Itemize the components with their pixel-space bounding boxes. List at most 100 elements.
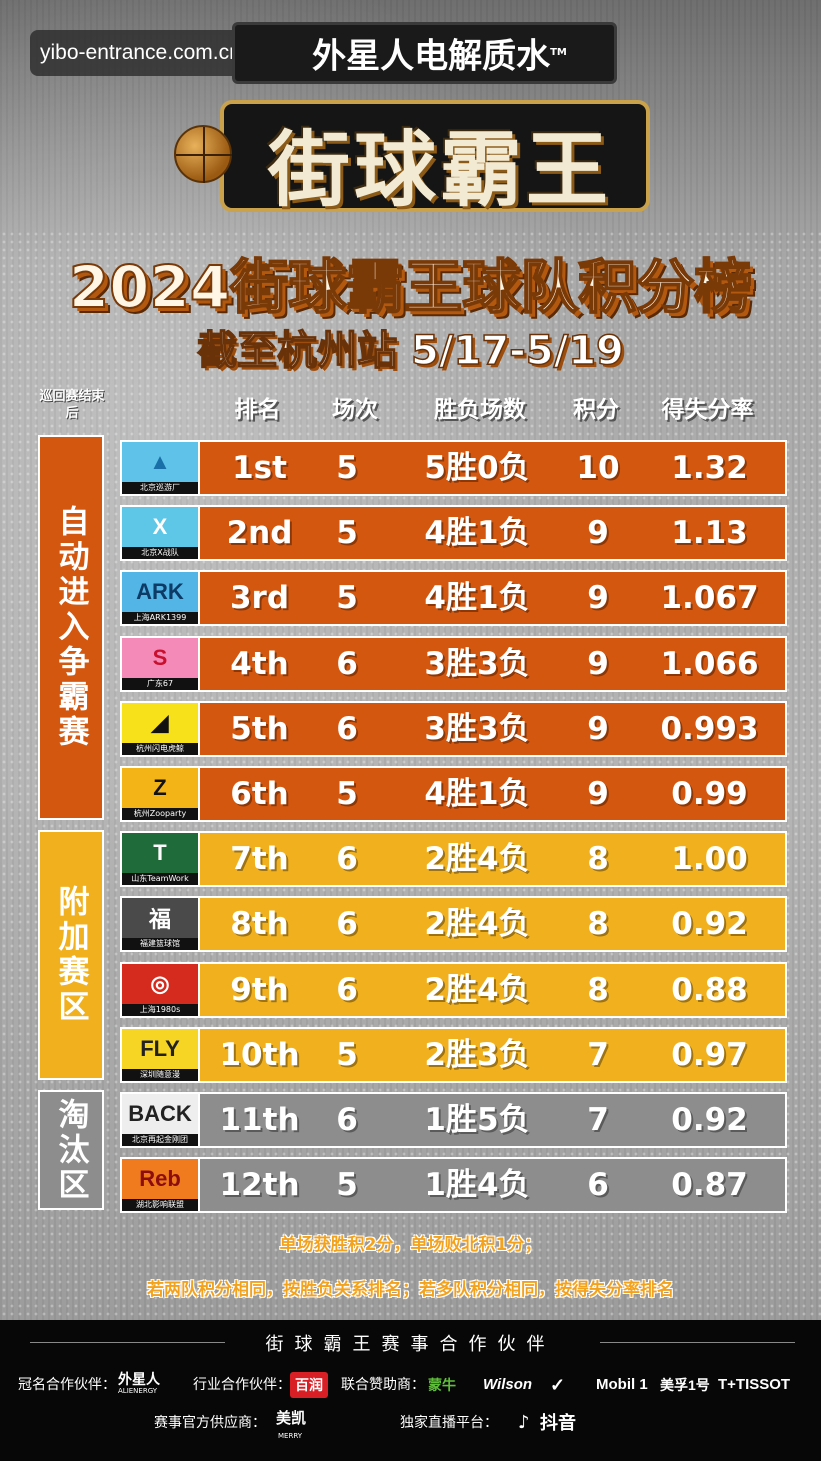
points-cell: 10 — [576, 450, 620, 486]
points-cell: 7 — [587, 1037, 609, 1073]
column-header-rank: 排名 — [234, 397, 281, 423]
ratio-cell: 0.993 — [660, 711, 759, 747]
rule-tiebreak: 若两队积分相同，按胜负关系排名；若多队积分相同，按得失分率排名 — [147, 1280, 674, 1300]
team-logo-icon: ARK — [122, 572, 198, 612]
table-row: FLY 深圳随意漫 10th 5 2胜3负 7 0.97 — [120, 1027, 787, 1083]
table-row: Z 杭州Zooparty 6th 5 4胜1负 9 0.99 — [120, 766, 787, 822]
ratio-cell: 0.99 — [671, 776, 748, 812]
group-auto-qualify: 自动进入争霸赛 — [38, 435, 104, 820]
points-cell: 8 — [587, 972, 609, 1008]
column-header-points: 积分 — [573, 397, 619, 423]
team-name: 上海ARK1399 — [122, 612, 198, 624]
games-cell: 6 — [336, 646, 358, 682]
rank-cell: 6th — [230, 776, 289, 812]
event-logo: 街球霸王 — [150, 85, 670, 235]
games-cell: 6 — [336, 972, 358, 1008]
games-cell: 5 — [336, 450, 358, 486]
team-name: 福建篮球馆 — [122, 938, 198, 950]
win-loss-cell: 4胜1负 — [424, 515, 530, 551]
team-badge: ▲ 北京巡游厂 — [122, 442, 200, 494]
sponsor-mengniu-logo: 蒙牛 — [428, 1377, 456, 1393]
win-loss-cell: 1胜5负 — [424, 1102, 530, 1138]
win-loss-cell: 2胜4负 — [424, 906, 530, 942]
team-badge: ◢ 杭州闪电虎鲸 — [122, 703, 200, 755]
rank-cell: 9th — [230, 972, 289, 1008]
page-title: 2024街球霸王球队积分榜 — [68, 252, 753, 322]
team-name: 北京X战队 — [122, 547, 198, 559]
team-logo-icon: X — [122, 507, 198, 547]
co-sponsors-label: 联合赞助商： — [341, 1377, 425, 1393]
team-name: 广东67 — [122, 678, 198, 690]
table-row: T 山东TeamWork 7th 6 2胜4负 8 1.00 — [120, 831, 787, 887]
table-row: ▲ 北京巡游厂 1st 5 5胜0负 10 1.32 — [120, 440, 787, 496]
points-cell: 6 — [587, 1167, 609, 1203]
column-header-win-loss: 胜负场数 — [434, 397, 526, 423]
sponsor-nike-logo: ✓ — [550, 1375, 566, 1395]
games-cell: 6 — [336, 841, 358, 877]
column-header-games: 场次 — [332, 397, 378, 423]
ratio-cell: 1.066 — [660, 646, 759, 682]
team-badge: FLY 深圳随意漫 — [122, 1029, 200, 1081]
trademark-mark: TM — [550, 47, 567, 58]
games-cell: 5 — [336, 776, 358, 812]
win-loss-cell: 2胜3负 — [424, 1037, 530, 1073]
partners-footer: 街球霸王赛事合作伙伴 冠名合作伙伴： 外星人 ALIENERGY 行业合作伙伴：… — [0, 1320, 821, 1461]
ratio-cell: 1.00 — [671, 841, 748, 877]
table-row: X 北京X战队 2nd 5 4胜1负 9 1.13 — [120, 505, 787, 561]
points-cell: 8 — [587, 906, 609, 942]
games-cell: 6 — [336, 711, 358, 747]
team-name: 杭州Zooparty — [122, 808, 198, 820]
rank-cell: 3rd — [229, 580, 290, 616]
rank-cell: 2nd — [226, 515, 293, 551]
points-cell: 8 — [587, 841, 609, 877]
ratio-cell: 0.92 — [671, 1102, 748, 1138]
partners-title: 街球霸王赛事合作伙伴 — [265, 1334, 556, 1355]
games-cell: 5 — [336, 1167, 358, 1203]
rank-cell: 5th — [230, 711, 289, 747]
table-row: BACK 北京再起金刚团 11th 6 1胜5负 7 0.92 — [120, 1092, 787, 1148]
team-logo-icon: ◢ — [122, 703, 198, 743]
points-cell: 9 — [587, 580, 609, 616]
industry-partner-label: 行业合作伙伴： — [193, 1377, 291, 1393]
supplier-label: 赛事官方供应商： — [154, 1415, 266, 1431]
table-row: S 广东67 4th 6 3胜3负 9 1.066 — [120, 636, 787, 692]
ratio-cell: 1.13 — [671, 515, 748, 551]
sponsor-banner-text: 外星人电解质水 — [312, 36, 551, 77]
team-logo-icon: ◎ — [122, 964, 198, 1004]
rank-cell: 1st — [232, 450, 287, 486]
ratio-cell: 0.97 — [671, 1037, 748, 1073]
ratio-cell: 1.067 — [660, 580, 759, 616]
team-badge: Z 杭州Zooparty — [122, 768, 200, 820]
partners-row-1: 冠名合作伙伴： 外星人 ALIENERGY 行业合作伙伴： 百润 联合赞助商： … — [18, 1370, 818, 1400]
column-header-ratio: 得失分率 — [661, 397, 754, 423]
rank-cell: 12th — [219, 1167, 300, 1203]
team-logo-icon: Z — [122, 768, 198, 808]
team-badge: X 北京X战队 — [122, 507, 200, 559]
games-cell: 5 — [336, 1037, 358, 1073]
team-badge: ◎ 上海1980s — [122, 964, 200, 1016]
divider-right — [600, 1342, 795, 1343]
sponsor-banner: 外星人电解质水TM — [232, 22, 617, 84]
ratio-cell: 0.92 — [671, 906, 748, 942]
title-sponsor-label: 冠名合作伙伴： — [18, 1377, 116, 1393]
points-cell: 9 — [587, 646, 609, 682]
group-elimination-zone: 淘汰区 — [38, 1090, 104, 1210]
team-logo-icon: Reb — [122, 1159, 198, 1199]
team-name: 上海1980s — [122, 1004, 198, 1016]
team-logo-icon: 福 — [122, 898, 198, 938]
games-cell: 5 — [336, 580, 358, 616]
win-loss-cell: 4胜1负 — [424, 580, 530, 616]
win-loss-cell: 3胜3负 — [424, 646, 530, 682]
rank-cell: 10th — [219, 1037, 300, 1073]
win-loss-cell: 3胜3负 — [424, 711, 530, 747]
team-badge: 福福建篮球馆 — [122, 898, 200, 950]
sponsor-wilson-logo: Wilson — [483, 1376, 533, 1393]
win-loss-cell: 2胜4负 — [424, 972, 530, 1008]
team-name: 深圳随意漫 — [122, 1069, 198, 1081]
logo-text: 街球霸王 — [267, 122, 612, 218]
team-name: 杭州闪电虎鲸 — [122, 743, 198, 755]
group-playoff-zone: 附加赛区 — [38, 830, 104, 1080]
rank-cell: 7th — [230, 841, 289, 877]
rank-cell: 8th — [230, 906, 289, 942]
broadcast-platform: 抖音 — [540, 1413, 576, 1433]
